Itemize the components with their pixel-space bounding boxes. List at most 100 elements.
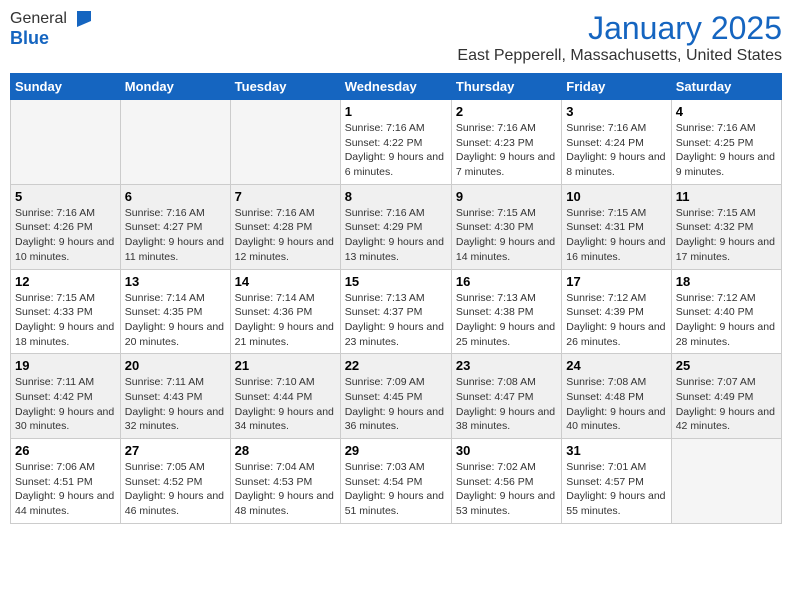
calendar-cell: 23 Sunrise: 7:08 AMSunset: 4:47 PMDayligh…: [451, 354, 561, 439]
calendar-cell: 22 Sunrise: 7:09 AMSunset: 4:45 PMDayligh…: [340, 354, 451, 439]
day-info: Sunrise: 7:14 AMSunset: 4:35 PMDaylight:…: [125, 291, 226, 350]
header-sunday: Sunday: [11, 74, 121, 100]
day-number: 25: [676, 358, 777, 373]
day-number: 10: [566, 189, 666, 204]
day-info: Sunrise: 7:16 AMSunset: 4:22 PMDaylight:…: [345, 121, 447, 180]
calendar-cell: 2Sunrise: 7:16 AMSunset: 4:23 PMDaylight…: [451, 100, 561, 185]
calendar-cell: [120, 100, 230, 185]
calendar-cell: 3Sunrise: 7:16 AMSunset: 4:24 PMDaylight…: [562, 100, 671, 185]
day-number: 14: [235, 274, 336, 289]
day-number: 12: [15, 274, 116, 289]
calendar-cell: 25Sunrise: 7:07 AMSunset: 4:49 PMDayligh…: [671, 354, 781, 439]
day-info: Sunrise: 7:16 AMSunset: 4:23 PMDaylight:…: [456, 121, 557, 180]
calendar: SundayMondayTuesdayWednesdayThursdayFrid…: [10, 73, 782, 524]
header-thursday: Thursday: [451, 74, 561, 100]
calendar-cell: 17Sunrise: 7:12 AMSunset: 4:39 PMDayligh…: [562, 269, 671, 354]
day-number: 31: [566, 443, 666, 458]
day-info: Sunrise: 7:11 AMSunset: 4:43 PMDaylight:…: [125, 375, 226, 434]
header-monday: Monday: [120, 74, 230, 100]
day-info: Sunrise: 7:02 AMSunset: 4:56 PMDaylight:…: [456, 460, 557, 519]
day-number: 19: [15, 358, 116, 373]
calendar-week-row: 26Sunrise: 7:06 AMSunset: 4:51 PMDayligh…: [11, 439, 782, 524]
day-info: Sunrise: 7:16 AMSunset: 4:25 PMDaylight:…: [676, 121, 777, 180]
day-number: 15: [345, 274, 447, 289]
day-info: Sunrise: 7:03 AMSunset: 4:54 PMDaylight:…: [345, 460, 447, 519]
day-info: Sunrise: 7:16 AMSunset: 4:26 PMDaylight:…: [15, 206, 116, 265]
day-info: Sunrise: 7:09 AMSunset: 4:45 PMDaylight:…: [345, 375, 447, 434]
month-title: January 2025: [457, 10, 782, 47]
day-info: Sunrise: 7:14 AMSunset: 4:36 PMDaylight:…: [235, 291, 336, 350]
calendar-cell: [11, 100, 121, 185]
calendar-cell: 11Sunrise: 7:15 AMSunset: 4:32 PMDayligh…: [671, 184, 781, 269]
calendar-cell: 24 Sunrise: 7:08 AMSunset: 4:48 PMDayligh…: [562, 354, 671, 439]
calendar-cell: 18 Sunrise: 7:12 AMSunset: 4:40 PMDayligh…: [671, 269, 781, 354]
day-number: 9: [456, 189, 557, 204]
day-info: Sunrise: 7:13 AMSunset: 4:37 PMDaylight:…: [345, 291, 447, 350]
day-number: 27: [125, 443, 226, 458]
calendar-cell: 9Sunrise: 7:15 AMSunset: 4:30 PMDaylight…: [451, 184, 561, 269]
day-number: 23: [456, 358, 557, 373]
calendar-cell: 10 Sunrise: 7:15 AMSunset: 4:31 PMDayligh…: [562, 184, 671, 269]
calendar-cell: 12 Sunrise: 7:15 AMSunset: 4:33 PMDayligh…: [11, 269, 121, 354]
day-number: 13: [125, 274, 226, 289]
day-number: 29: [345, 443, 447, 458]
day-number: 20: [125, 358, 226, 373]
day-info: Sunrise: 7:16 AMSunset: 4:24 PMDaylight:…: [566, 121, 666, 180]
calendar-cell: 28Sunrise: 7:04 AMSunset: 4:53 PMDayligh…: [230, 439, 340, 524]
day-number: 18: [676, 274, 777, 289]
day-info: Sunrise: 7:06 AMSunset: 4:51 PMDaylight:…: [15, 460, 116, 519]
day-info: Sunrise: 7:12 AMSunset: 4:40 PMDaylight:…: [676, 291, 777, 350]
day-number: 8: [345, 189, 447, 204]
calendar-cell: 7 Sunrise: 7:16 AMSunset: 4:28 PMDaylight…: [230, 184, 340, 269]
day-number: 7: [235, 189, 336, 204]
day-info: Sunrise: 7:08 AMSunset: 4:47 PMDaylight:…: [456, 375, 557, 434]
calendar-week-row: 12 Sunrise: 7:15 AMSunset: 4:33 PMDayligh…: [11, 269, 782, 354]
day-number: 22: [345, 358, 447, 373]
day-number: 5: [15, 189, 116, 204]
calendar-cell: 5 Sunrise: 7:16 AMSunset: 4:26 PMDaylight…: [11, 184, 121, 269]
calendar-cell: 19 Sunrise: 7:11 AMSunset: 4:42 PMDayligh…: [11, 354, 121, 439]
day-number: 6: [125, 189, 226, 204]
calendar-cell: 14 Sunrise: 7:14 AMSunset: 4:36 PMDayligh…: [230, 269, 340, 354]
calendar-cell: 26Sunrise: 7:06 AMSunset: 4:51 PMDayligh…: [11, 439, 121, 524]
header-wednesday: Wednesday: [340, 74, 451, 100]
calendar-cell: [230, 100, 340, 185]
calendar-cell: 15 Sunrise: 7:13 AMSunset: 4:37 PMDayligh…: [340, 269, 451, 354]
day-number: 1: [345, 104, 447, 119]
day-number: 28: [235, 443, 336, 458]
day-info: Sunrise: 7:16 AMSunset: 4:27 PMDaylight:…: [125, 206, 226, 265]
day-info: Sunrise: 7:08 AMSunset: 4:48 PMDaylight:…: [566, 375, 666, 434]
calendar-cell: 20 Sunrise: 7:11 AMSunset: 4:43 PMDayligh…: [120, 354, 230, 439]
logo-icon: [69, 11, 91, 27]
day-info: Sunrise: 7:01 AMSunset: 4:57 PMDaylight:…: [566, 460, 666, 519]
day-number: 30: [456, 443, 557, 458]
day-number: 4: [676, 104, 777, 119]
location-title: East Pepperell, Massachusetts, United St…: [457, 47, 782, 65]
day-info: Sunrise: 7:10 AMSunset: 4:44 PMDaylight:…: [235, 375, 336, 434]
calendar-cell: 6 Sunrise: 7:16 AMSunset: 4:27 PMDaylight…: [120, 184, 230, 269]
calendar-cell: 4 Sunrise: 7:16 AMSunset: 4:25 PMDaylight…: [671, 100, 781, 185]
day-info: Sunrise: 7:16 AMSunset: 4:29 PMDaylight:…: [345, 206, 447, 265]
day-info: Sunrise: 7:16 AMSunset: 4:28 PMDaylight:…: [235, 206, 336, 265]
logo: General Blue: [10, 10, 91, 49]
day-number: 21: [235, 358, 336, 373]
day-info: Sunrise: 7:11 AMSunset: 4:42 PMDaylight:…: [15, 375, 116, 434]
calendar-cell: 21 Sunrise: 7:10 AMSunset: 4:44 PMDayligh…: [230, 354, 340, 439]
calendar-cell: 31 Sunrise: 7:01 AMSunset: 4:57 PMDayligh…: [562, 439, 671, 524]
day-number: 24: [566, 358, 666, 373]
day-info: Sunrise: 7:15 AMSunset: 4:31 PMDaylight:…: [566, 206, 666, 265]
calendar-cell: 13 Sunrise: 7:14 AMSunset: 4:35 PMDayligh…: [120, 269, 230, 354]
logo-general-text: General: [10, 10, 67, 28]
calendar-week-row: 19 Sunrise: 7:11 AMSunset: 4:42 PMDayligh…: [11, 354, 782, 439]
calendar-cell: 30 Sunrise: 7:02 AMSunset: 4:56 PMDayligh…: [451, 439, 561, 524]
day-info: Sunrise: 7:15 AMSunset: 4:33 PMDaylight:…: [15, 291, 116, 350]
day-number: 16: [456, 274, 557, 289]
day-number: 11: [676, 189, 777, 204]
calendar-cell: 27Sunrise: 7:05 AMSunset: 4:52 PMDayligh…: [120, 439, 230, 524]
logo-blue-text: Blue: [10, 28, 49, 49]
day-number: 17: [566, 274, 666, 289]
calendar-cell: 8 Sunrise: 7:16 AMSunset: 4:29 PMDaylight…: [340, 184, 451, 269]
calendar-cell: [671, 439, 781, 524]
header-friday: Friday: [562, 74, 671, 100]
calendar-header-row: SundayMondayTuesdayWednesdayThursdayFrid…: [11, 74, 782, 100]
